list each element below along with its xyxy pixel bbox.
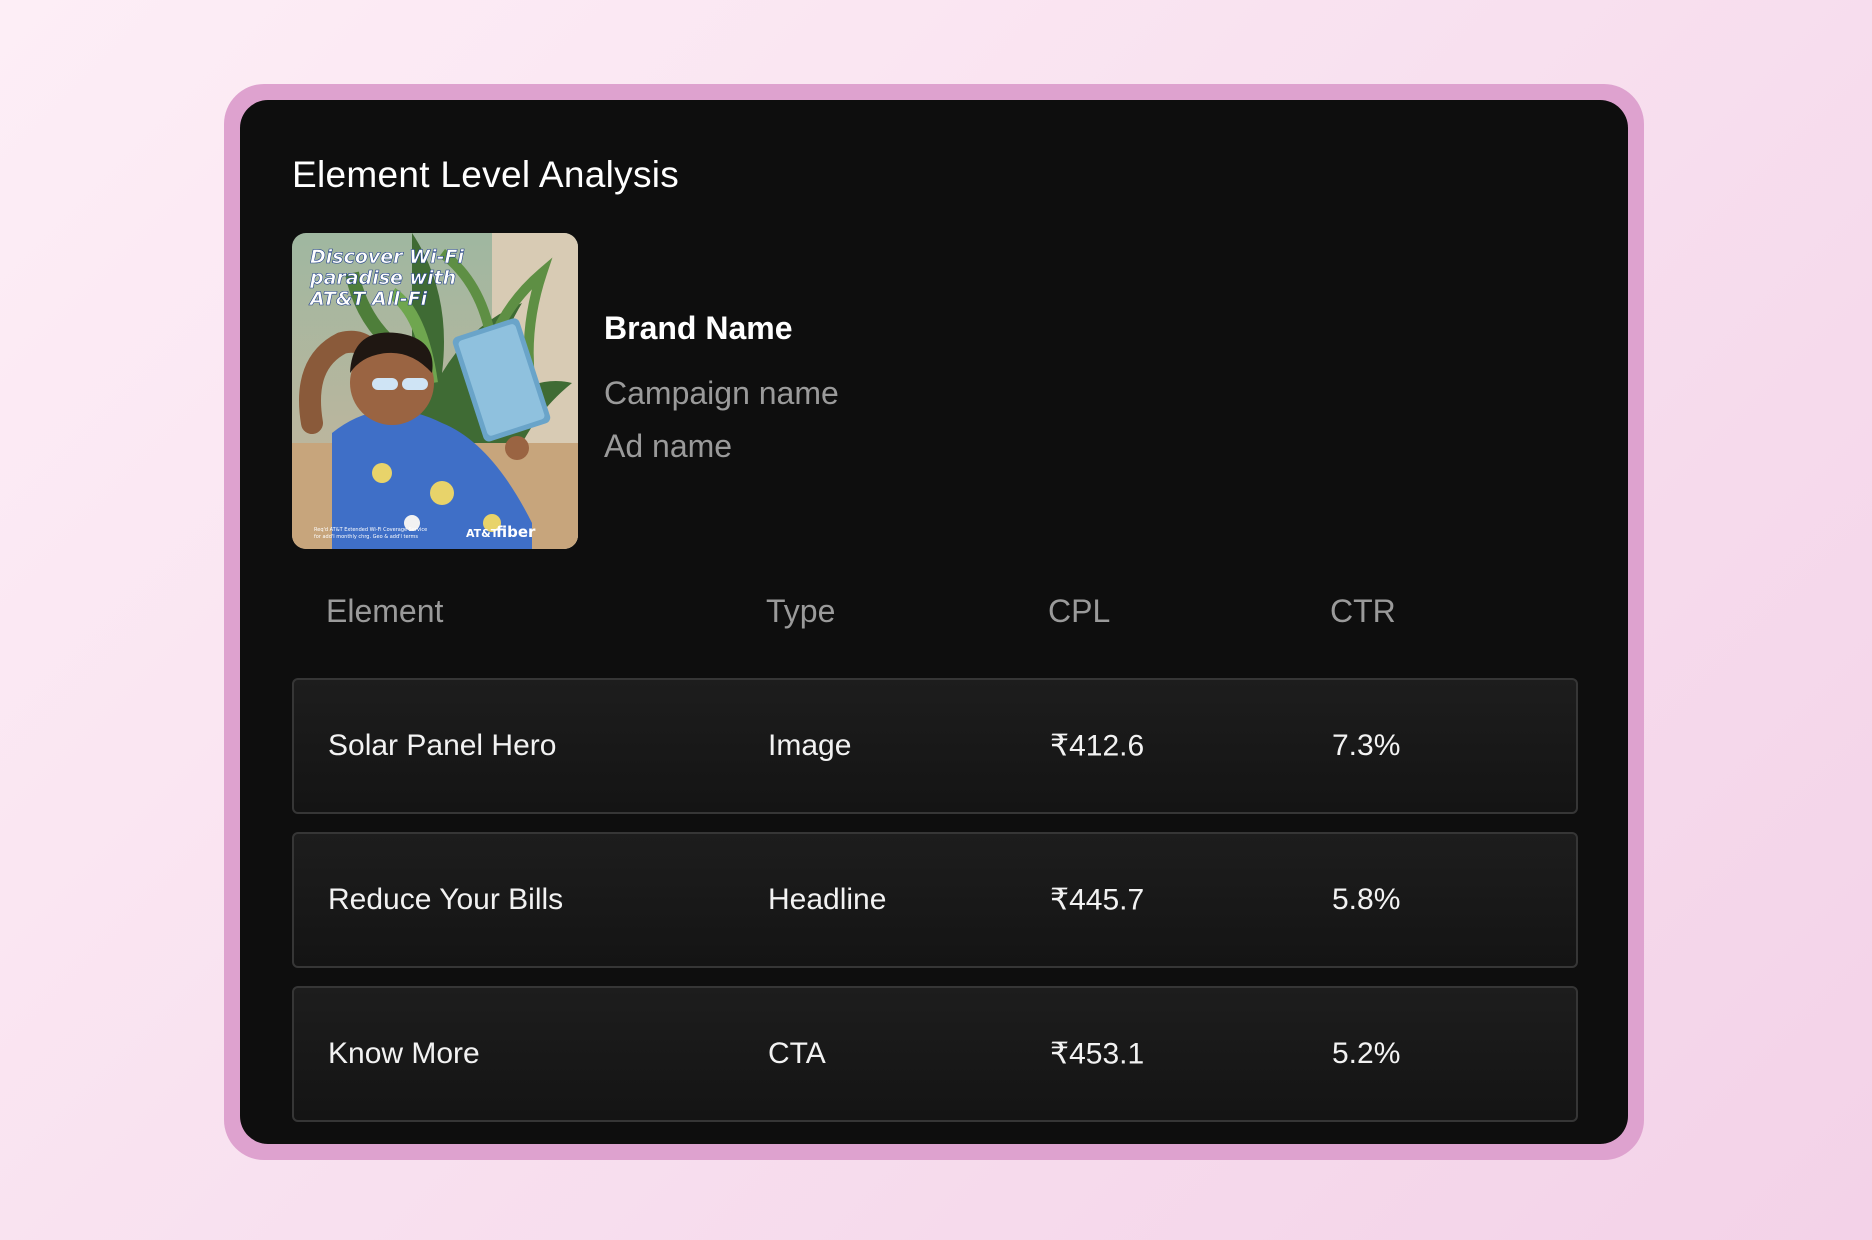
- column-header-cpl: CPL: [1048, 593, 1111, 629]
- cpl-cell: ₹412.6: [1050, 729, 1145, 763]
- ctr-cell: 7.3%: [1332, 729, 1401, 762]
- type-cell: CTA: [768, 1037, 826, 1070]
- element-table: Solar Panel Hero Image ₹412.6 7.3% Reduc…: [292, 678, 1578, 1140]
- ad-meta: Brand Name Campaign name Ad name: [604, 310, 839, 465]
- ad-name: Ad name: [604, 428, 733, 464]
- column-header-element: Element: [326, 593, 444, 629]
- ad-headline-line1: Discover Wi-Fi: [310, 246, 465, 268]
- cpl-cell: ₹453.1: [1050, 1037, 1145, 1071]
- table-header: Element Type CPL CTR: [292, 593, 1578, 637]
- ad-headline-line3: AT&T All-Fi: [308, 288, 428, 310]
- ad-disclaimer-line1: Req'd AT&T Extended Wi-Fi Coverage Servi…: [314, 527, 427, 533]
- table-row[interactable]: Know More CTA ₹453.1 5.2%: [292, 986, 1578, 1122]
- brand-name: Brand Name: [604, 310, 793, 346]
- ad-logo-word: fiber: [496, 523, 536, 541]
- cpl-cell: ₹445.7: [1050, 883, 1145, 917]
- table-row[interactable]: Solar Panel Hero Image ₹412.6 7.3%: [292, 678, 1578, 814]
- element-cell: Reduce Your Bills: [328, 883, 564, 916]
- table-row[interactable]: Reduce Your Bills Headline ₹445.7 5.8%: [292, 832, 1578, 968]
- element-analysis-card: Element Level Analysis Discover Wi-Fi pa…: [240, 100, 1628, 1144]
- page-title: Element Level Analysis: [292, 154, 680, 195]
- campaign-name: Campaign name: [604, 375, 839, 411]
- column-header-type: Type: [766, 593, 836, 629]
- card-frame: Element Level Analysis Discover Wi-Fi pa…: [224, 84, 1644, 1160]
- type-cell: Image: [768, 729, 852, 762]
- ad-headline-line2: paradise with: [309, 267, 456, 289]
- element-cell: Know More: [328, 1037, 480, 1070]
- ctr-cell: 5.2%: [1332, 1037, 1401, 1070]
- ad-disclaimer-line2: for add'l monthly chrg. Geo & add'l term…: [314, 534, 418, 540]
- ad-creative-thumbnail[interactable]: Discover Wi-Fi paradise with AT&T All-Fi…: [292, 233, 578, 549]
- ctr-cell: 5.8%: [1332, 883, 1401, 916]
- element-cell: Solar Panel Hero: [328, 729, 557, 762]
- ad-logo-prefix: AT&T: [466, 527, 499, 540]
- column-header-ctr: CTR: [1330, 593, 1396, 629]
- type-cell: Headline: [768, 883, 887, 916]
